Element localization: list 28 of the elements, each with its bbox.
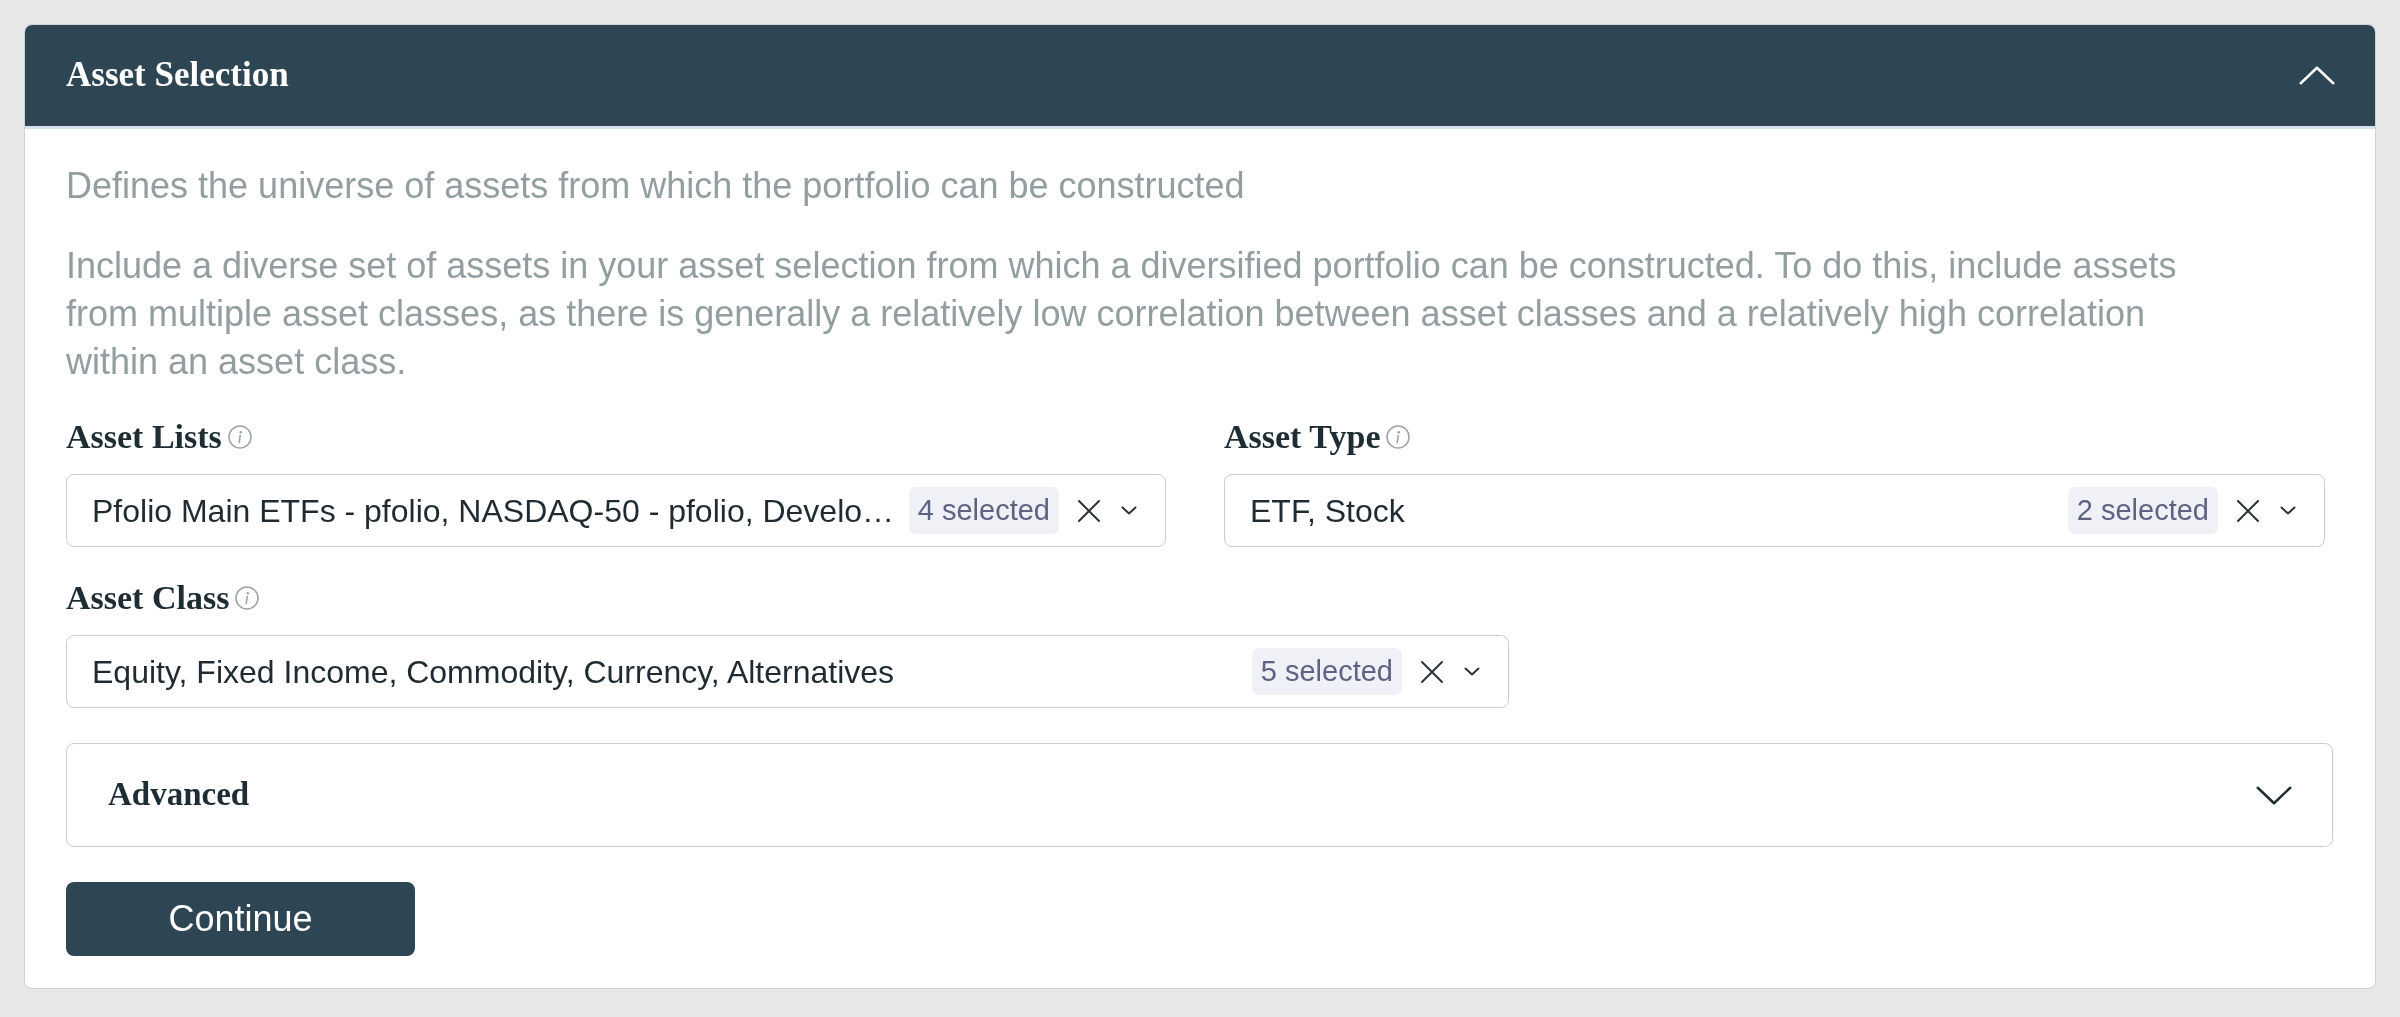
clear-icon[interactable] (1420, 659, 1444, 684)
chevron-down-icon[interactable] (2256, 785, 2292, 805)
multiselect-field[interactable]: ETF, Stock 2 selected (1224, 474, 2325, 547)
chevron-up-icon[interactable] (2299, 66, 2335, 85)
description-text: Defines the universe of assets from which the portfolio can be constructed (66, 164, 1246, 208)
continue-button[interactable]: Continue (66, 882, 415, 956)
advanced-expander[interactable]: Advanced (66, 743, 2333, 847)
chevron-down-icon[interactable] (2280, 506, 2296, 515)
selection-count-badge: 2 selected (2067, 487, 2218, 534)
guidance-text: Include a diverse set of assets in your asset selection from which a diversified portfolio can be constructed. To do this, include assets from multiple asset classes, as there is generally a relatively low correlation between asset classes and a relatively high correlation within an asset class. (66, 244, 2178, 384)
info-icon[interactable] (227, 425, 252, 449)
selection-count-badge: 4 selected (908, 487, 1059, 534)
info-icon[interactable] (1386, 425, 1411, 449)
selected-values-text: Pfolio Main ETFs - pfolio, NASDAQ-50 - pfolio, Develo… (92, 491, 895, 531)
info-icon[interactable] (235, 586, 260, 610)
selected-values-text: Equity, Fixed Income, Commodity, Currency, Alternatives (92, 652, 896, 692)
field-label: Asset Lists (66, 419, 222, 455)
chevron-down-icon[interactable] (1464, 667, 1480, 676)
selected-values-text: ETF, Stock (1250, 491, 1406, 531)
multiselect-field[interactable]: Pfolio Main ETFs - pfolio, NASDAQ-50 - pfolio, Develo… 4 selected (66, 474, 1166, 547)
selection-count-badge: 5 selected (1251, 648, 1402, 695)
clear-icon[interactable] (1077, 498, 1101, 523)
field-label: Asset Class (66, 580, 230, 616)
chevron-down-icon[interactable] (1121, 506, 1137, 515)
clear-icon[interactable] (2236, 498, 2260, 523)
field-label: Asset Type (1224, 419, 1381, 455)
panel-header[interactable]: Asset Selection (25, 25, 2375, 129)
multiselect-field[interactable]: Equity, Fixed Income, Commodity, Currency, Alternatives 5 selected (66, 635, 1509, 708)
